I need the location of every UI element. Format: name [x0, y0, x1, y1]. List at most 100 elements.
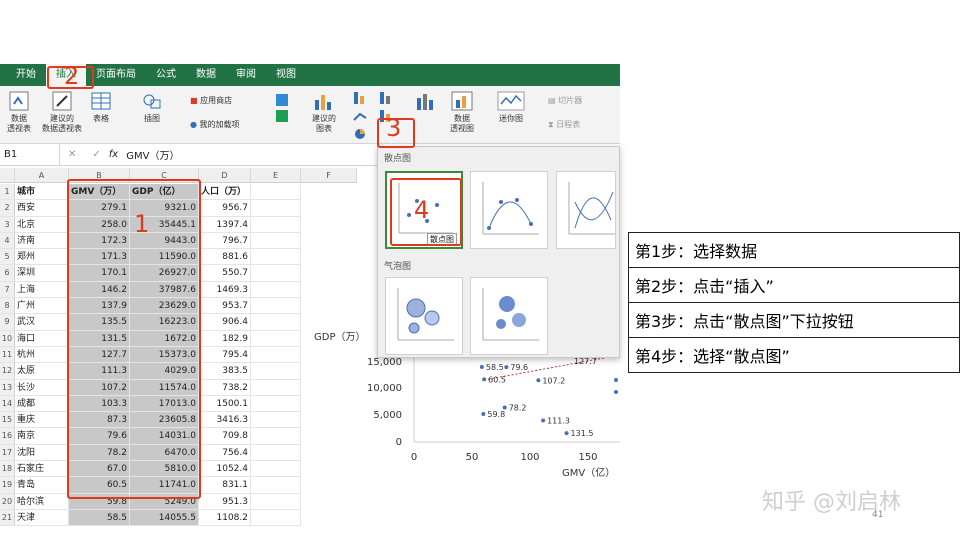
cell[interactable]: 1469.3 [199, 281, 251, 298]
row-number[interactable]: 7 [0, 281, 15, 298]
scatter-smooth-markers-option[interactable] [470, 171, 548, 249]
tab-page-layout[interactable]: 页面布局 [86, 64, 146, 86]
column-header[interactable]: D [199, 168, 251, 182]
cell[interactable]: 796.7 [199, 232, 251, 249]
recommended-charts-button[interactable]: 建议的 图表 [306, 90, 342, 134]
cancel-icon[interactable]: ✕ [68, 149, 76, 160]
cell[interactable] [251, 346, 301, 363]
row-number[interactable]: 6 [0, 265, 15, 281]
cell[interactable]: 881.6 [199, 249, 251, 265]
cell[interactable] [251, 298, 301, 314]
table-button[interactable]: 表格 [88, 90, 114, 124]
cell[interactable]: 天津 [15, 509, 69, 526]
row-number[interactable]: 15 [0, 412, 15, 428]
cell[interactable]: 重庆 [15, 412, 69, 428]
cell[interactable] [251, 200, 301, 216]
my-addins-button[interactable]: ● 我的加载项 [190, 120, 270, 130]
cell[interactable]: 182.9 [199, 330, 251, 346]
pivot-chart-button[interactable]: 数据 透视图 [444, 90, 480, 134]
row-number[interactable]: 14 [0, 395, 15, 412]
cell[interactable] [251, 461, 301, 477]
cell[interactable]: 1500.1 [199, 395, 251, 412]
cell[interactable]: 哈尔滨 [15, 493, 69, 509]
cell[interactable]: 沈阳 [15, 444, 69, 461]
combo-chart-button[interactable] [414, 90, 438, 115]
cell[interactable]: 太原 [15, 363, 69, 379]
cell[interactable]: 383.5 [199, 363, 251, 379]
cell[interactable]: 青岛 [15, 477, 69, 493]
cell[interactable]: 成都 [15, 395, 69, 412]
cell[interactable] [251, 216, 301, 232]
cell[interactable]: 3416.3 [199, 412, 251, 428]
row-number[interactable]: 13 [0, 379, 15, 395]
cell[interactable]: 738.2 [199, 379, 251, 395]
cell[interactable] [251, 412, 301, 428]
cell[interactable]: 长沙 [15, 379, 69, 395]
bing-icon[interactable] [274, 92, 290, 135]
row-number[interactable]: 16 [0, 428, 15, 444]
slicer-button[interactable]: ▤ 切片器 [548, 96, 608, 106]
confirm-icon[interactable]: ✓ [92, 149, 100, 160]
cell[interactable]: 人口（万） [199, 184, 251, 200]
cell[interactable]: 756.4 [199, 444, 251, 461]
cell[interactable]: 上海 [15, 281, 69, 298]
cell[interactable]: 济南 [15, 232, 69, 249]
row-number[interactable]: 9 [0, 314, 15, 330]
cell[interactable]: 杭州 [15, 346, 69, 363]
cell[interactable]: 北京 [15, 216, 69, 232]
row-number[interactable]: 12 [0, 363, 15, 379]
timeline-button[interactable]: ⧗ 日程表 [548, 120, 608, 130]
cell[interactable] [251, 379, 301, 395]
function-icon[interactable]: fx [109, 149, 118, 160]
cell[interactable] [251, 314, 301, 330]
cell[interactable]: 广州 [15, 298, 69, 314]
cell[interactable] [251, 281, 301, 298]
cell[interactable]: 石家庄 [15, 461, 69, 477]
row-number[interactable]: 5 [0, 249, 15, 265]
row-number[interactable]: 20 [0, 493, 15, 509]
select-all-corner[interactable] [0, 168, 15, 182]
cell[interactable]: 953.7 [199, 298, 251, 314]
cell[interactable] [251, 232, 301, 249]
row-number[interactable]: 2 [0, 200, 15, 216]
cell[interactable]: 709.8 [199, 428, 251, 444]
column-header[interactable]: A [15, 168, 69, 182]
row-number[interactable]: 1 [0, 184, 15, 200]
cell[interactable] [251, 477, 301, 493]
row-number[interactable]: 18 [0, 461, 15, 477]
cell[interactable]: 951.3 [199, 493, 251, 509]
sparkline-button[interactable]: 迷你图 [494, 90, 528, 124]
bubble-3d-option[interactable] [470, 277, 548, 355]
cell[interactable]: 郑州 [15, 249, 69, 265]
column-header[interactable]: F [301, 168, 357, 182]
cell[interactable] [251, 395, 301, 412]
cell[interactable]: 城市 [15, 184, 69, 200]
cell[interactable]: 1397.4 [199, 216, 251, 232]
tab-data[interactable]: 数据 [186, 64, 226, 86]
cell[interactable]: 58.5 [69, 509, 130, 526]
cell[interactable]: 14055.5 [130, 509, 199, 526]
tab-review[interactable]: 审阅 [226, 64, 266, 86]
pivot-table-button[interactable]: 数据 透视表 [4, 90, 34, 134]
tab-home[interactable]: 开始 [6, 64, 46, 86]
row-number[interactable]: 3 [0, 216, 15, 232]
app-store-button[interactable]: ■ 应用商店 [190, 96, 260, 106]
name-box[interactable]: B1 [0, 143, 60, 166]
row-number[interactable]: 8 [0, 298, 15, 314]
cell[interactable]: 西安 [15, 200, 69, 216]
cell[interactable]: 南京 [15, 428, 69, 444]
cell[interactable] [251, 184, 301, 200]
row-number[interactable]: 19 [0, 477, 15, 493]
row-number[interactable]: 21 [0, 509, 15, 526]
row-number[interactable]: 10 [0, 330, 15, 346]
cell[interactable] [251, 509, 301, 526]
cell[interactable]: 1108.2 [199, 509, 251, 526]
cell[interactable]: 1052.4 [199, 461, 251, 477]
cell[interactable] [251, 265, 301, 281]
tab-formulas[interactable]: 公式 [146, 64, 186, 86]
cell[interactable] [251, 493, 301, 509]
cell[interactable]: 武汉 [15, 314, 69, 330]
cell[interactable]: 海口 [15, 330, 69, 346]
illustrations-button[interactable]: 插图 [136, 90, 168, 124]
recommended-pivot-button[interactable]: 建议的 数据透视表 [40, 90, 84, 134]
